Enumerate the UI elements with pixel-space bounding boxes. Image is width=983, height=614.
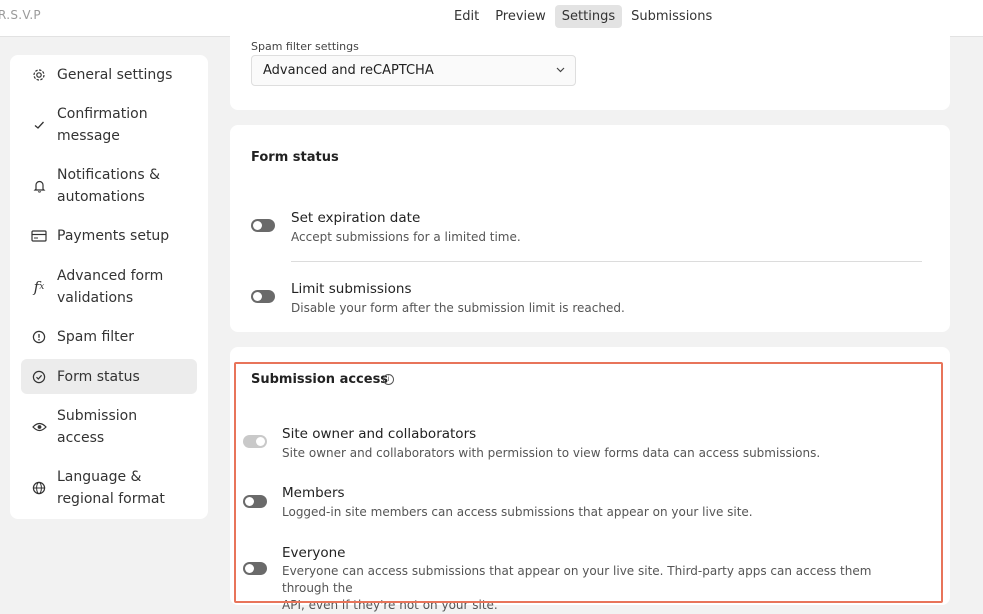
sidebar-item-label: Language & regional format <box>57 466 165 510</box>
sidebar-item-label-line1: Advanced form <box>57 268 164 284</box>
settings-sidebar: General settings Confirmation message No… <box>10 55 208 519</box>
members-title: Members <box>282 485 345 501</box>
info-icon[interactable]: i <box>383 374 394 385</box>
gear-icon <box>21 68 57 82</box>
tab-submissions[interactable]: Submissions <box>624 5 719 28</box>
eye-icon <box>21 422 57 432</box>
sidebar-item-confirmation-message[interactable]: Confirmation message <box>21 103 197 147</box>
tab-settings[interactable]: Settings <box>554 5 623 28</box>
sidebar-item-label: Advanced form validations <box>57 265 163 309</box>
sidebar-item-label: Submission access <box>57 405 137 449</box>
sidebar-item-general-settings[interactable]: General settings <box>21 64 197 86</box>
sidebar-item-label: Payments setup <box>57 228 170 244</box>
submission-access-title: Submission access <box>251 372 389 387</box>
form-status-card: Form status Set expiration date Accept s… <box>230 125 950 332</box>
sidebar-item-language-regional[interactable]: Language & regional format <box>21 466 197 510</box>
check-icon <box>21 119 57 131</box>
tab-edit[interactable]: Edit <box>447 5 486 28</box>
function-icon: fx <box>33 278 45 296</box>
sidebar-item-label: Notifications & automations <box>57 164 160 208</box>
spam-filter-card: Spam filter settings Advanced and reCAPT… <box>230 36 950 110</box>
sidebar-item-label: General settings <box>57 67 173 83</box>
sidebar-item-label-line1: Notifications & <box>57 167 160 183</box>
sidebar-item-submission-access[interactable]: Submission access <box>21 405 197 449</box>
sidebar-item-label-line2: automations <box>57 189 145 205</box>
sidebar-item-label: Confirmation message <box>57 103 148 147</box>
site-owner-title: Site owner and collaborators <box>282 426 477 442</box>
everyone-toggle[interactable] <box>243 562 267 575</box>
sidebar-item-payments-setup[interactable]: Payments setup <box>21 225 197 247</box>
sidebar-item-notifications[interactable]: Notifications & automations <box>21 164 197 208</box>
sidebar-item-advanced-validations[interactable]: fx Advanced form validations <box>21 265 197 309</box>
sidebar-item-spam-filter[interactable]: Spam filter <box>21 326 197 348</box>
sidebar-item-label-line2: validations <box>57 290 134 306</box>
limit-submissions-title: Limit submissions <box>291 281 412 297</box>
sidebar-item-label-line1: Submission <box>57 408 138 424</box>
expiration-date-title: Set expiration date <box>291 210 421 226</box>
members-desc: Logged-in site members can access submis… <box>282 505 753 519</box>
expiration-date-toggle[interactable] <box>251 219 275 232</box>
limit-submissions-desc: Disable your form after the submission l… <box>291 301 625 315</box>
everyone-title: Everyone <box>282 545 346 561</box>
sidebar-item-label-line1: Confirmation <box>57 106 148 122</box>
sidebar-item-label: Spam filter <box>57 329 135 345</box>
tab-preview[interactable]: Preview <box>488 5 553 28</box>
submission-access-card: Submission access i Site owner and colla… <box>230 347 950 612</box>
sidebar-item-label: Form status <box>57 368 140 385</box>
divider <box>291 261 922 262</box>
spam-filter-value: Advanced and reCAPTCHA <box>263 63 434 78</box>
limit-submissions-toggle[interactable] <box>251 290 275 303</box>
everyone-desc: Everyone can access submissions that app… <box>282 563 922 614</box>
chevron-down-icon <box>556 63 565 76</box>
alert-circle-icon <box>21 330 57 344</box>
bell-icon <box>21 179 57 193</box>
spam-filter-label: Spam filter settings <box>251 40 359 53</box>
credit-card-icon <box>21 230 57 242</box>
site-owner-toggle <box>243 435 267 448</box>
site-owner-desc: Site owner and collaborators with permis… <box>282 446 821 460</box>
check-circle-icon <box>21 370 57 384</box>
sidebar-item-label-line2: regional format <box>57 491 165 507</box>
sidebar-item-label-line2: message <box>57 128 120 144</box>
top-bar: R.S.V.P Edit Preview Settings Submission… <box>0 0 983 37</box>
everyone-desc-line2: API, even if they're not on your site. <box>282 598 498 612</box>
everyone-desc-line1: Everyone can access submissions that app… <box>282 564 872 595</box>
form-status-title: Form status <box>251 150 339 165</box>
top-tabs: Edit Preview Settings Submissions <box>447 5 719 28</box>
sidebar-item-label-line1: Language & <box>57 469 142 485</box>
members-toggle[interactable] <box>243 495 267 508</box>
app-title: R.S.V.P <box>0 8 41 22</box>
globe-icon <box>21 481 57 495</box>
spam-filter-select[interactable]: Advanced and reCAPTCHA <box>251 55 576 86</box>
sidebar-item-form-status[interactable]: Form status <box>21 359 197 394</box>
sidebar-item-label-line2: access <box>57 430 105 446</box>
expiration-date-desc: Accept submissions for a limited time. <box>291 230 521 244</box>
